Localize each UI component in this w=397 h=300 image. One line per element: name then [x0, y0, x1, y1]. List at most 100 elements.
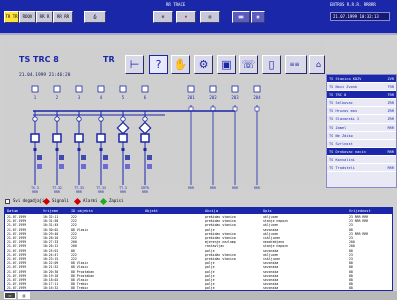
map-button[interactable]: ⌂ — [309, 55, 325, 74]
station-list-item[interactable]: TS Slavonski 2 ZRR — [327, 115, 396, 124]
door-button[interactable]: ▯ — [262, 55, 281, 74]
bay-disconnector — [32, 116, 38, 122]
bay-measure — [147, 155, 152, 160]
station-list-item[interactable]: TS Svrlnost — [327, 140, 396, 148]
gear-icon: ⚙ — [198, 58, 209, 71]
zoom-button[interactable]: ⊞ — [153, 11, 173, 23]
events-icon — [5, 198, 10, 204]
hand-icon: ✋ — [173, 58, 188, 71]
station-code: TR — [103, 55, 115, 64]
chart-button[interactable]: ▤ — [200, 11, 220, 23]
station-list: TS Stanica KDZV ZVR TS Novi Zvonk TRR TS TRC… — [326, 74, 397, 188]
station-list-item[interactable]: TS Ne Zdiko — [327, 132, 396, 140]
bay-disconnector — [120, 116, 126, 122]
signal-icon — [42, 197, 51, 205]
bay-number: 204 — [253, 95, 261, 100]
bay-ct — [77, 148, 81, 151]
network-button[interactable]: ≡≡ — [285, 55, 307, 74]
alarm-icon: ✖ — [184, 14, 188, 19]
bay-indicator — [97, 85, 105, 93]
scada-window: TR TR RDQV RR R RR RR ⎙ RR TRACE ⊞ ✖ ▤ ▦… — [0, 0, 397, 300]
phone-icon: ☏ — [241, 58, 256, 71]
station-list-item[interactable]: TS Stanica KDZV ZVR — [327, 75, 396, 84]
bay-indicator — [141, 85, 149, 93]
bay-indicator — [31, 85, 39, 93]
station-list-item[interactable]: TS Novi Zvonk TRR — [327, 83, 396, 92]
station-button[interactable]: RDQV — [19, 11, 36, 23]
hand-button[interactable]: ✋ — [171, 55, 190, 74]
column-header[interactable]: Vrijeme — [43, 208, 58, 214]
column-header[interactable]: Objekt — [145, 208, 158, 214]
help-button[interactable]: ? — [149, 55, 168, 74]
grid-button[interactable]: ▦▦ — [232, 11, 250, 23]
bay-indicator-small — [254, 106, 260, 112]
station-list-item[interactable]: TS Zamel RRR — [327, 124, 396, 132]
tab-signals[interactable]: Signali — [42, 197, 69, 205]
column-header[interactable]: Vrijednost — [349, 208, 371, 214]
document-icon[interactable]: ▤ — [18, 292, 30, 299]
bay-number: 202 — [209, 95, 217, 100]
bay-disconnector — [54, 116, 60, 122]
zoom-icon: ⊞ — [161, 14, 165, 19]
bay-measure — [103, 155, 108, 160]
tab-alarms[interactable]: Alarmi — [73, 197, 97, 205]
station-list-item[interactable]: TS Kovvalini — [327, 156, 396, 165]
station-list-value: ZRR — [387, 117, 395, 122]
station-list-label: TS Stanica KDZV — [329, 77, 362, 81]
bay-indicator — [187, 85, 195, 93]
bay-indicator — [209, 85, 217, 93]
station-name-text: ENTROS R.R.R. RRRRR — [330, 2, 376, 7]
bottom-strip: ▭ ▤ — [0, 291, 397, 300]
bay-number: 201 — [187, 95, 195, 100]
table-button[interactable]: ▩ — [251, 11, 265, 23]
event-table: Datum Vrijeme ID objekta Objekt Akcija Opis Vr… — [4, 207, 393, 291]
bay-breaker — [118, 133, 128, 143]
bay-ct — [55, 148, 59, 151]
phone-button[interactable]: ☏ — [239, 55, 258, 74]
column-header[interactable]: Opis — [263, 208, 272, 214]
top-toolbar: TR TR RDQV RR R RR RR ⎙ RR TRACE ⊞ ✖ ▤ ▦… — [0, 0, 397, 35]
settings-button[interactable]: ⚙ — [194, 55, 213, 74]
alarm-button[interactable]: ✖ — [176, 11, 196, 23]
station-list-item[interactable]: TS TRC 8 TRR — [327, 91, 396, 100]
mode-button[interactable]: TR TR — [4, 11, 19, 23]
bay-disconnector — [76, 116, 82, 122]
bay-measure-2 — [37, 164, 42, 169]
filter-button[interactable]: RR RR — [53, 11, 73, 23]
bay-breaker — [74, 133, 84, 143]
station-list-label: TS TRC 8 — [329, 93, 347, 98]
station-list-value: RRR — [387, 149, 395, 154]
station-list-item[interactable]: TS Selkovac ZRR — [327, 99, 396, 108]
measure-button[interactable]: ⊢ — [125, 55, 144, 74]
station-list-item[interactable]: TS Drnkovac nacin RRR — [327, 147, 396, 156]
monitor-icon[interactable]: ▭ — [4, 292, 16, 299]
station-list-label: TS Drnkovac nacin — [329, 149, 366, 154]
table-row[interactable]: 21.07.1999 10:16:32 88 Trebic polje sezonska… — [5, 286, 392, 291]
station-list-item[interactable]: TS Hruzov mos ZRR — [327, 107, 396, 116]
station-list-label: TS Ne Zdiko — [329, 133, 353, 138]
column-header[interactable]: Datum — [7, 208, 18, 214]
column-header[interactable]: Akcija — [205, 208, 218, 214]
print-icon: ⎙ — [93, 14, 97, 19]
station-list-item[interactable]: TS Trodsteli RRR — [327, 164, 396, 173]
tab-records[interactable]: Zapisi — [99, 197, 123, 205]
calendar-button[interactable]: ▣ — [217, 55, 236, 74]
question-icon: ? — [155, 58, 162, 71]
station-list-label: TS Selkovac — [329, 101, 353, 106]
tab-all-events[interactable]: Svi dogadjaji — [4, 197, 44, 205]
table-cell: sezonska — [263, 286, 279, 291]
alarm-tab-icon — [73, 197, 82, 205]
bay-measure-2 — [147, 164, 152, 169]
print-button[interactable]: ⎙ — [84, 11, 106, 23]
view-button[interactable]: RR R — [36, 11, 53, 23]
bay-ct — [33, 148, 37, 151]
bay-number: 3 — [78, 95, 81, 100]
bay-breaker-diamond — [138, 121, 152, 135]
station-title: TS TRC 8 — [19, 55, 59, 64]
station-list-label: TS Trodsteli — [329, 166, 355, 171]
bay-label: RRR — [142, 190, 148, 194]
station-list-value: TRR — [387, 93, 395, 98]
map-icon: ⌂ — [315, 60, 322, 69]
column-header[interactable]: ID objekta — [71, 208, 93, 214]
bay-label: RRR — [232, 186, 238, 190]
